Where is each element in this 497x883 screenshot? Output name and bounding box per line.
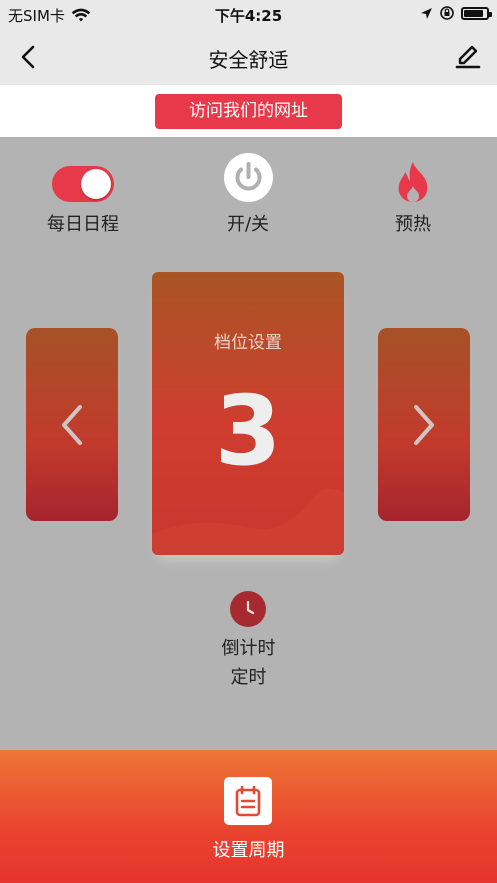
- navigation-bar: 安全舒适: [0, 30, 497, 85]
- calendar-icon: [224, 777, 272, 825]
- daily-schedule-label: 每日日程: [47, 214, 119, 235]
- pencil-icon: [455, 45, 481, 69]
- calendar-glyph: [235, 785, 261, 817]
- orientation-lock-icon: [440, 6, 454, 20]
- gear-increase-button[interactable]: [378, 328, 470, 521]
- chevron-left-icon: [62, 405, 82, 445]
- daily-schedule-toggle[interactable]: [52, 166, 114, 202]
- clock-icon: [246, 600, 255, 615]
- countdown-line-2: 定时: [230, 667, 267, 688]
- countdown-line-1: 倒计时: [221, 638, 276, 659]
- battery-fill: [464, 9, 483, 17]
- page-title: 安全舒适: [208, 48, 289, 72]
- status-right: [420, 5, 492, 21]
- set-cycle-label: 设置周期: [212, 840, 285, 861]
- status-bar: 无SIM卡 下午4:25: [0, 0, 497, 30]
- visit-website-button[interactable]: 访问我们的网址: [155, 94, 342, 129]
- countdown-label: 倒计时 定时: [0, 634, 497, 692]
- power-label: 开/关: [226, 214, 270, 235]
- set-cycle-button[interactable]: 设置周期: [0, 750, 497, 883]
- url-banner: 访问我们的网址: [0, 85, 497, 137]
- edit-button[interactable]: [453, 42, 483, 72]
- gear-card: 档位设置 3: [152, 272, 344, 555]
- chevron-right-icon: [414, 405, 434, 445]
- gear-value: 3: [214, 375, 282, 487]
- toggle-knob: [81, 169, 111, 199]
- battery-icon: [461, 6, 492, 20]
- gear-setting-label: 档位设置: [214, 333, 282, 353]
- power-icon: [235, 162, 262, 191]
- countdown-button[interactable]: [230, 591, 266, 627]
- preheat-label: 预热: [395, 214, 431, 235]
- power-button[interactable]: [224, 153, 273, 202]
- gear-decrease-button[interactable]: [26, 328, 118, 521]
- flame-icon[interactable]: [395, 160, 431, 204]
- location-arrow-icon: [421, 7, 432, 19]
